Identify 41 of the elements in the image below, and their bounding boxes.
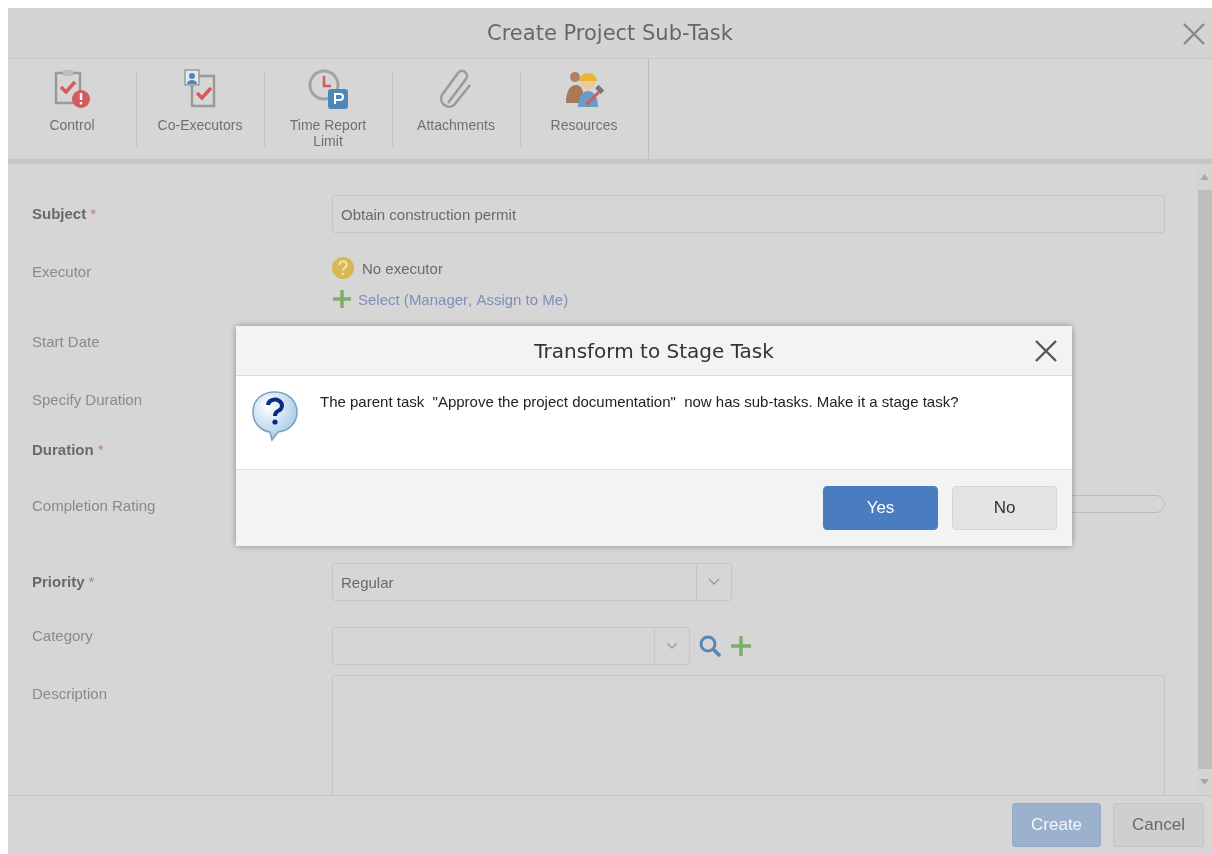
field-label: Completion Rating bbox=[32, 496, 157, 514]
field-label: Duration * bbox=[32, 440, 105, 458]
question-badge-icon bbox=[332, 257, 354, 279]
paren-text: ) bbox=[563, 290, 569, 308]
executor-value: No executor bbox=[362, 259, 443, 277]
chevron-down-icon bbox=[666, 642, 678, 650]
field-label: Executor bbox=[32, 262, 93, 280]
plus-icon[interactable] bbox=[730, 635, 752, 657]
executor-option-link[interactable]: Manager bbox=[408, 290, 469, 308]
comma-text: , bbox=[468, 290, 474, 308]
field-label: Priority * bbox=[32, 572, 96, 590]
field-label: Category bbox=[32, 626, 94, 644]
window-title: Create Project Sub-Task bbox=[487, 21, 733, 45]
footer-button[interactable]: Cancel bbox=[1113, 803, 1204, 847]
toolbar-button[interactable]: Time Report Limit bbox=[264, 59, 392, 159]
close-icon bbox=[1034, 339, 1058, 363]
field-label: Subject * bbox=[32, 204, 98, 222]
scroll-down-icon[interactable] bbox=[1200, 779, 1209, 785]
chevron-down-icon bbox=[708, 578, 720, 586]
plus-icon bbox=[332, 289, 352, 309]
toolbar-button[interactable]: Co-Executors bbox=[136, 59, 264, 159]
field-label: Start Date bbox=[32, 332, 101, 350]
select-link[interactable]: Select bbox=[358, 290, 400, 308]
field-label: Description bbox=[32, 684, 109, 702]
toolbar-button[interactable]: Control bbox=[8, 59, 136, 159]
paren-text: ( bbox=[402, 290, 409, 308]
dialog-message: The parent task "Approve the project documentation" now has sub-tasks. Make it a stage task? bbox=[320, 392, 959, 412]
dialog-button[interactable]: Yes bbox=[823, 486, 938, 530]
priority-select[interactable]: Regular bbox=[332, 563, 732, 601]
question-bubble-icon bbox=[250, 388, 300, 442]
close-icon bbox=[1182, 22, 1206, 46]
executor-option-link[interactable]: Assign to Me bbox=[476, 290, 564, 308]
scroll-up-icon[interactable] bbox=[1200, 174, 1209, 180]
clock-badge-icon bbox=[306, 67, 350, 111]
toolbar-button[interactable]: Resources bbox=[520, 59, 648, 159]
category-select[interactable] bbox=[332, 627, 690, 665]
dialog-title: Transform to Stage Task bbox=[534, 338, 774, 363]
dialog-button[interactable]: No bbox=[952, 486, 1057, 530]
toolbar-button[interactable]: Attachments bbox=[392, 59, 520, 159]
subject-field[interactable]: Obtain construction permit bbox=[332, 195, 1165, 233]
search-icon[interactable] bbox=[698, 634, 722, 658]
